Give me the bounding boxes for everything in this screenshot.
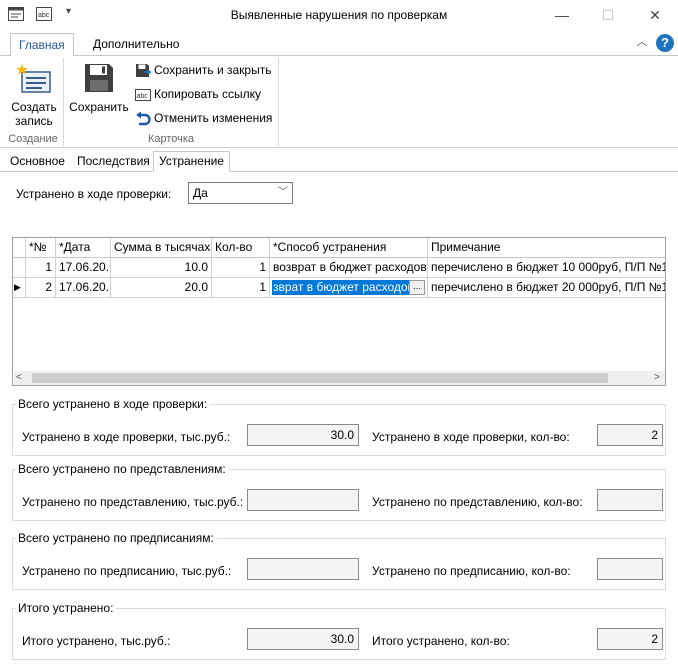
grid-cell-count[interactable]: 1 [212,258,270,278]
help-button[interactable]: ? [656,34,674,52]
grid-row-indicator[interactable] [13,258,26,278]
ribbon-group-separator-2 [278,58,279,146]
group-representation-title: Всего устранено по представлениям: [16,462,229,476]
grid-cell-count[interactable]: 1 [212,278,270,298]
undo-icon [136,111,151,126]
grid-cell-sum[interactable]: 10.0 [111,258,212,278]
grid-cell-sum[interactable]: 20.0 [111,278,212,298]
scroll-right-icon[interactable]: > [654,371,660,385]
create-record-button[interactable]: Создать запись [8,60,60,132]
group-total-title: Итого устранено: [16,601,117,615]
create-record-label: Создать запись [11,100,57,128]
current-row-marker-icon[interactable]: ▶ [13,278,26,298]
grid-cell-date[interactable]: 17.06.20... [56,278,111,298]
ribbon-group-create-label: Создание [8,133,58,145]
check-sum-label: Устранено в ходе проверки, тыс.руб.: [22,430,231,444]
ribbon-tab-additional[interactable]: Дополнительно [85,33,187,57]
representation-sum-field[interactable] [247,489,359,511]
grid-cell-method-editing[interactable]: зврат в бюджет расходов ... [270,278,428,298]
ribbon-tab-home[interactable]: Главная [10,33,74,57]
check-count-label: Устранено в ходе проверки, кол-во: [372,430,570,444]
check-sum-field[interactable]: 30.0 [247,424,359,446]
elimination-grid[interactable]: *№ *Дата Сумма в тысячах Кол-во *Способ … [12,237,666,386]
grid-row-header-corner [13,238,26,258]
check-count-field[interactable]: 2 [597,424,663,446]
grid-cell-date[interactable]: 17.06.20... [56,258,111,278]
save-and-close-label: Сохранить и закрыть [154,63,272,77]
undo-changes-button[interactable]: Отменить изменения [135,108,272,128]
save-button[interactable]: Сохранить [68,60,130,120]
save-close-icon [136,63,151,77]
prescription-count-label: Устранено по предписанию, кол-во: [372,564,571,578]
grid-cell-method-editor[interactable]: зврат в бюджет расходов [272,280,415,295]
representation-count-field[interactable] [597,489,663,511]
close-button[interactable]: ✕ [632,0,678,30]
tab-main[interactable]: Основное [4,151,71,172]
representation-count-label: Устранено по представлению, кол-во: [372,495,583,509]
minimize-button[interactable]: — [539,0,585,30]
group-prescription-title: Всего устранено по предписаниям: [16,531,217,545]
grid-cell-number[interactable]: 1 [26,258,56,278]
grid-header-date[interactable]: *Дата [56,238,111,258]
grid-cell-number[interactable]: 2 [26,278,56,298]
total-count-field[interactable]: 2 [597,628,663,650]
total-sum-field[interactable]: 30.0 [247,628,359,650]
grid-header-count[interactable]: Кол-во [212,238,270,258]
prescription-count-field[interactable] [597,558,663,580]
group-check-title: Всего устранено в ходе проверки: [16,397,211,411]
prescription-sum-field[interactable] [247,558,359,580]
grid-cell-note[interactable]: перечислено в бюджет 10 000руб, П/П №12 [428,258,665,278]
grid-header-note[interactable]: Примечание [428,238,665,258]
prescription-sum-label: Устранено по предписанию, тыс.руб.: [22,564,232,578]
copy-link-icon: abc [135,88,151,101]
copy-link-label: Копировать ссылку [154,87,261,101]
fixed-during-check-select[interactable]: Да ﹀ [188,182,293,204]
ribbon-group-card-label: Карточка [147,133,195,145]
maximize-button[interactable]: ☐ [585,0,631,30]
svg-text:abc: abc [137,93,149,100]
tab-consequences[interactable]: Последствия [71,151,156,172]
grid-header-sum[interactable]: Сумма в тысячах [111,238,212,258]
save-label: Сохранить [69,100,129,114]
grid-horizontal-scrollbar[interactable]: < > [14,371,665,385]
grid-cell-note[interactable]: перечислено в бюджет 20 000руб, П/П №14 [428,278,665,298]
fixed-during-check-label: Устранено в ходе проверки: [16,187,172,201]
new-record-icon [16,64,51,93]
scrollbar-thumb[interactable] [32,373,608,383]
tab-elimination[interactable]: Устранение [153,151,230,172]
ribbon-collapse-icon[interactable]: ︿ [634,34,650,50]
ellipsis-lookup-button[interactable]: ... [409,280,425,295]
fixed-during-check-value: Да [193,186,208,200]
save-and-close-button[interactable]: Сохранить и закрыть [135,60,271,80]
grid-header-method[interactable]: *Способ устранения [270,238,428,258]
save-icon [85,64,113,92]
grid-header-number[interactable]: *№ [26,238,56,258]
grid-cell-method[interactable]: возврат в бюджет расходов [270,258,428,278]
chevron-down-icon: ﹀ [278,187,288,198]
representation-sum-label: Устранено по представлению, тыс.руб.: [22,495,244,509]
total-sum-label: Итого устранено, тыс.руб.: [22,634,171,648]
undo-changes-label: Отменить изменения [154,111,273,125]
total-count-label: Итого устранено, кол-во: [372,634,510,648]
scroll-left-icon[interactable]: < [16,371,22,385]
copy-link-button[interactable]: abc Копировать ссылку [135,84,261,104]
